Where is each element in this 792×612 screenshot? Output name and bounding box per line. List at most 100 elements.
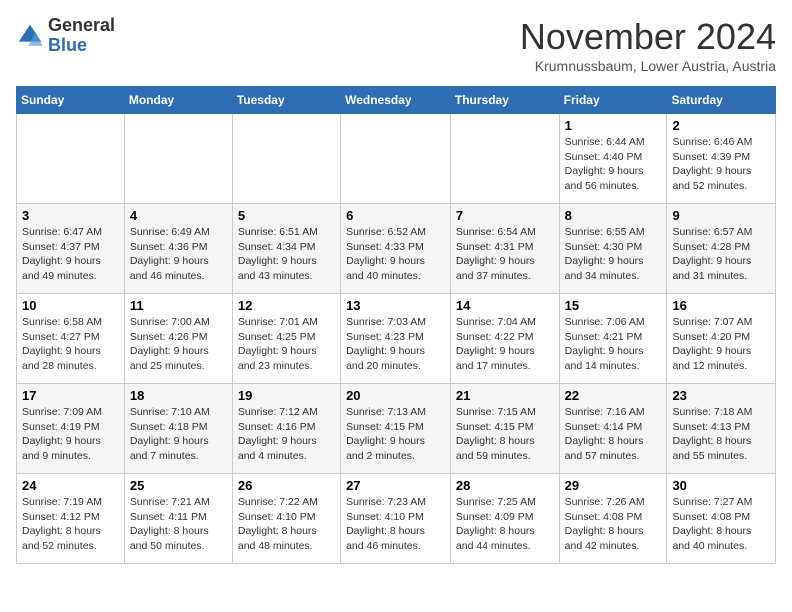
day-info: Sunrise: 6:49 AMSunset: 4:36 PMDaylight:… [130, 225, 227, 284]
logo-general: General [48, 16, 115, 36]
day-info: Sunrise: 6:47 AMSunset: 4:37 PMDaylight:… [22, 225, 119, 284]
day-info: Sunrise: 7:22 AMSunset: 4:10 PMDaylight:… [238, 495, 335, 554]
day-number: 27 [346, 478, 445, 493]
calendar-cell: 10 Sunrise: 6:58 AMSunset: 4:27 PMDayligh… [17, 294, 125, 384]
calendar-table: SundayMondayTuesdayWednesdayThursdayFrid… [16, 86, 776, 564]
column-header-thursday: Thursday [450, 87, 559, 114]
column-header-sunday: Sunday [17, 87, 125, 114]
calendar-week-1: 1 Sunrise: 6:44 AMSunset: 4:40 PMDaylight… [17, 114, 776, 204]
day-info: Sunrise: 7:01 AMSunset: 4:25 PMDaylight:… [238, 315, 335, 374]
calendar-cell: 16 Sunrise: 7:07 AMSunset: 4:20 PMDayligh… [667, 294, 776, 384]
calendar-cell: 29 Sunrise: 7:26 AMSunset: 4:08 PMDayligh… [559, 474, 667, 564]
calendar-cell: 4 Sunrise: 6:49 AMSunset: 4:36 PMDaylight… [124, 204, 232, 294]
calendar-cell: 3 Sunrise: 6:47 AMSunset: 4:37 PMDaylight… [17, 204, 125, 294]
day-info: Sunrise: 7:07 AMSunset: 4:20 PMDaylight:… [672, 315, 770, 374]
calendar-cell: 22Sunrise: 7:16 AMSunset: 4:14 PMDayligh… [559, 384, 667, 474]
calendar-week-4: 17 Sunrise: 7:09 AMSunset: 4:19 PMDayligh… [17, 384, 776, 474]
calendar-cell: 19Sunrise: 7:12 AMSunset: 4:16 PMDayligh… [232, 384, 340, 474]
day-info: Sunrise: 6:44 AMSunset: 4:40 PMDaylight:… [565, 135, 662, 194]
day-number: 2 [672, 118, 770, 133]
calendar-cell: 17 Sunrise: 7:09 AMSunset: 4:19 PMDayligh… [17, 384, 125, 474]
column-header-friday: Friday [559, 87, 667, 114]
calendar-cell: 15Sunrise: 7:06 AMSunset: 4:21 PMDayligh… [559, 294, 667, 384]
calendar-week-2: 3 Sunrise: 6:47 AMSunset: 4:37 PMDaylight… [17, 204, 776, 294]
day-number: 1 [565, 118, 662, 133]
day-info: Sunrise: 7:06 AMSunset: 4:21 PMDaylight:… [565, 315, 662, 374]
day-info: Sunrise: 7:09 AMSunset: 4:19 PMDaylight:… [22, 405, 119, 464]
day-number: 13 [346, 298, 445, 313]
calendar-cell: 14Sunrise: 7:04 AMSunset: 4:22 PMDayligh… [450, 294, 559, 384]
calendar-cell: 8 Sunrise: 6:55 AMSunset: 4:30 PMDaylight… [559, 204, 667, 294]
day-number: 11 [130, 298, 227, 313]
day-info: Sunrise: 6:57 AMSunset: 4:28 PMDaylight:… [672, 225, 770, 284]
day-number: 4 [130, 208, 227, 223]
day-info: Sunrise: 7:19 AMSunset: 4:12 PMDaylight:… [22, 495, 119, 554]
day-info: Sunrise: 7:15 AMSunset: 4:15 PMDaylight:… [456, 405, 554, 464]
day-info: Sunrise: 6:54 AMSunset: 4:31 PMDaylight:… [456, 225, 554, 284]
calendar-cell: 24 Sunrise: 7:19 AMSunset: 4:12 PMDayligh… [17, 474, 125, 564]
calendar-cell: 13 Sunrise: 7:03 AMSunset: 4:23 PMDayligh… [341, 294, 451, 384]
logo: General Blue [16, 16, 115, 56]
day-info: Sunrise: 7:18 AMSunset: 4:13 PMDaylight:… [672, 405, 770, 464]
day-number: 10 [22, 298, 119, 313]
day-number: 17 [22, 388, 119, 403]
calendar-cell: 9 Sunrise: 6:57 AMSunset: 4:28 PMDaylight… [667, 204, 776, 294]
calendar-week-5: 24 Sunrise: 7:19 AMSunset: 4:12 PMDayligh… [17, 474, 776, 564]
logo-text: General Blue [48, 16, 115, 56]
day-number: 23 [672, 388, 770, 403]
calendar-header: SundayMondayTuesdayWednesdayThursdayFrid… [17, 87, 776, 114]
day-number: 26 [238, 478, 335, 493]
day-number: 5 [238, 208, 335, 223]
title-area: November 2024 Krumnussbaum, Lower Austri… [520, 16, 776, 74]
day-number: 29 [565, 478, 662, 493]
day-number: 9 [672, 208, 770, 223]
column-header-tuesday: Tuesday [232, 87, 340, 114]
calendar-cell: 5 Sunrise: 6:51 AMSunset: 4:34 PMDaylight… [232, 204, 340, 294]
day-number: 28 [456, 478, 554, 493]
subtitle: Krumnussbaum, Lower Austria, Austria [520, 58, 776, 74]
calendar-cell: 12Sunrise: 7:01 AMSunset: 4:25 PMDayligh… [232, 294, 340, 384]
day-number: 16 [672, 298, 770, 313]
day-info: Sunrise: 6:51 AMSunset: 4:34 PMDaylight:… [238, 225, 335, 284]
day-info: Sunrise: 7:23 AMSunset: 4:10 PMDaylight:… [346, 495, 445, 554]
calendar-body: 1 Sunrise: 6:44 AMSunset: 4:40 PMDaylight… [17, 114, 776, 564]
day-number: 6 [346, 208, 445, 223]
day-number: 8 [565, 208, 662, 223]
day-info: Sunrise: 7:16 AMSunset: 4:14 PMDaylight:… [565, 405, 662, 464]
logo-blue: Blue [48, 36, 115, 56]
calendar-cell: 28 Sunrise: 7:25 AMSunset: 4:09 PMDayligh… [450, 474, 559, 564]
header-row: SundayMondayTuesdayWednesdayThursdayFrid… [17, 87, 776, 114]
day-number: 30 [672, 478, 770, 493]
column-header-wednesday: Wednesday [341, 87, 451, 114]
calendar-cell [17, 114, 125, 204]
calendar-cell: 11 Sunrise: 7:00 AMSunset: 4:26 PMDayligh… [124, 294, 232, 384]
day-info: Sunrise: 6:55 AMSunset: 4:30 PMDaylight:… [565, 225, 662, 284]
day-number: 25 [130, 478, 227, 493]
calendar-cell: 2Sunrise: 6:46 AMSunset: 4:39 PMDaylight… [667, 114, 776, 204]
day-info: Sunrise: 7:00 AMSunset: 4:26 PMDaylight:… [130, 315, 227, 374]
calendar-cell: 30Sunrise: 7:27 AMSunset: 4:08 PMDayligh… [667, 474, 776, 564]
calendar-cell: 7Sunrise: 6:54 AMSunset: 4:31 PMDaylight… [450, 204, 559, 294]
day-number: 20 [346, 388, 445, 403]
day-info: Sunrise: 6:58 AMSunset: 4:27 PMDaylight:… [22, 315, 119, 374]
day-number: 3 [22, 208, 119, 223]
calendar-cell [450, 114, 559, 204]
day-info: Sunrise: 7:03 AMSunset: 4:23 PMDaylight:… [346, 315, 445, 374]
month-title: November 2024 [520, 16, 776, 58]
calendar-cell: 21Sunrise: 7:15 AMSunset: 4:15 PMDayligh… [450, 384, 559, 474]
day-info: Sunrise: 7:26 AMSunset: 4:08 PMDaylight:… [565, 495, 662, 554]
day-info: Sunrise: 7:12 AMSunset: 4:16 PMDaylight:… [238, 405, 335, 464]
calendar-cell [124, 114, 232, 204]
calendar-cell: 25Sunrise: 7:21 AMSunset: 4:11 PMDayligh… [124, 474, 232, 564]
calendar-cell: 23 Sunrise: 7:18 AMSunset: 4:13 PMDayligh… [667, 384, 776, 474]
calendar-cell [232, 114, 340, 204]
calendar-cell: 1 Sunrise: 6:44 AMSunset: 4:40 PMDaylight… [559, 114, 667, 204]
day-info: Sunrise: 6:52 AMSunset: 4:33 PMDaylight:… [346, 225, 445, 284]
calendar-cell: 26 Sunrise: 7:22 AMSunset: 4:10 PMDayligh… [232, 474, 340, 564]
calendar-cell [341, 114, 451, 204]
day-info: Sunrise: 7:25 AMSunset: 4:09 PMDaylight:… [456, 495, 554, 554]
calendar-week-3: 10 Sunrise: 6:58 AMSunset: 4:27 PMDayligh… [17, 294, 776, 384]
logo-icon [16, 22, 44, 50]
day-number: 24 [22, 478, 119, 493]
day-info: Sunrise: 7:13 AMSunset: 4:15 PMDaylight:… [346, 405, 445, 464]
